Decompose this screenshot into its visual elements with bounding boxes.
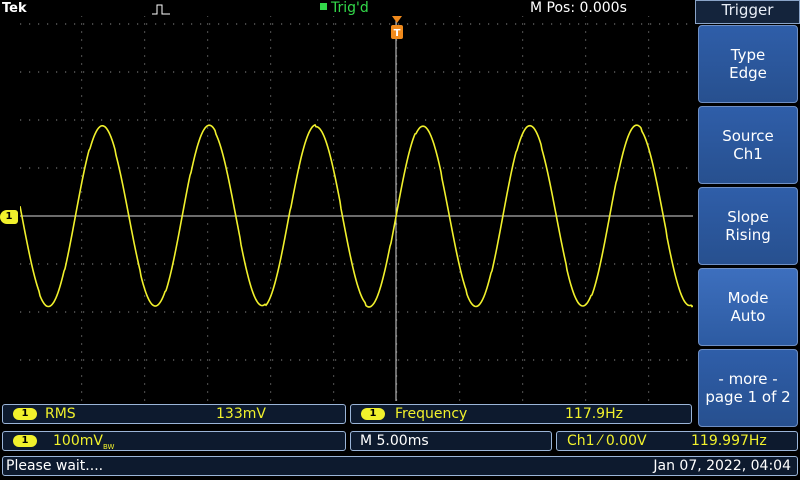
measurement-name: RMS (45, 406, 76, 422)
status-message: Please wait.... (6, 458, 104, 474)
svg-text:T: T (394, 28, 401, 39)
menu-button-label: Mode (727, 289, 769, 307)
trigger-side-menu: Trigger Type Edge Source Ch1 Slope Risin… (695, 0, 800, 430)
menu-button-value: Auto (730, 307, 766, 325)
waveform-display[interactable] (20, 16, 693, 401)
acquisition-pulse-icon (152, 4, 170, 15)
side-menu-title: Trigger (695, 0, 800, 24)
menu-button-value: Ch1 (733, 145, 763, 163)
menu-button-label: Slope (727, 208, 769, 226)
more-page-button[interactable]: - more - page 1 of 2 (698, 349, 798, 427)
channel-badge: 1 (361, 408, 385, 420)
vertical-scale: 100mV (53, 433, 103, 449)
channel1-scale-readout[interactable]: 1 100mVBW (2, 431, 346, 451)
trigger-status-text: Trig'd (331, 0, 369, 16)
menu-button-value: Edge (729, 64, 767, 82)
trigger-frequency: 119.997Hz (691, 433, 767, 449)
menu-button-value: page 1 of 2 (705, 388, 791, 406)
bandwidth-limit-marker: BW (102, 442, 115, 451)
menu-button-label: - more - (718, 370, 778, 388)
trigger-slope-button[interactable]: Slope Rising (698, 187, 798, 265)
measurement-value: 133mV (216, 406, 266, 422)
status-bar: Please wait.... Jan 07, 2022, 04:04 (2, 456, 798, 476)
channel-badge: 1 (13, 435, 37, 447)
trigger-source-button[interactable]: Source Ch1 (698, 106, 798, 184)
trigger-type-button[interactable]: Type Edge (698, 25, 798, 103)
trigger-mode-button[interactable]: Mode Auto (698, 268, 798, 346)
channel-badge: 1 (13, 408, 37, 420)
measurement-name: Frequency (395, 406, 468, 422)
measurement-value: 117.9Hz (565, 406, 623, 422)
trigger-source: Ch1 (567, 433, 595, 449)
menu-button-label: Type (730, 46, 766, 64)
trigger-slope-icon: ⁄ (599, 433, 602, 449)
trigger-position-icon[interactable]: T (390, 16, 404, 42)
menu-button-value: Rising (725, 226, 771, 244)
measurement-rms[interactable]: 1 RMS 133mV (2, 404, 346, 424)
trigger-level: 0.00V (605, 433, 647, 449)
channel1-ground-marker[interactable]: 1 (0, 210, 18, 224)
timebase-value: M 5.00ms (360, 433, 429, 449)
brand-logo: Tek (2, 1, 27, 16)
trigger-readout[interactable]: Ch1 ⁄ 0.00V 119.997Hz (556, 431, 798, 451)
date-time: Jan 07, 2022, 04:04 (653, 458, 791, 474)
trigger-status-icon (320, 3, 327, 10)
horizontal-position-readout: M Pos: 0.000s (530, 0, 627, 16)
menu-button-label: Source (722, 127, 774, 145)
measurement-frequency[interactable]: 1 Frequency 117.9Hz (350, 404, 692, 424)
timebase-readout[interactable]: M 5.00ms (350, 431, 552, 451)
trigger-status: Trig'd (320, 0, 369, 16)
